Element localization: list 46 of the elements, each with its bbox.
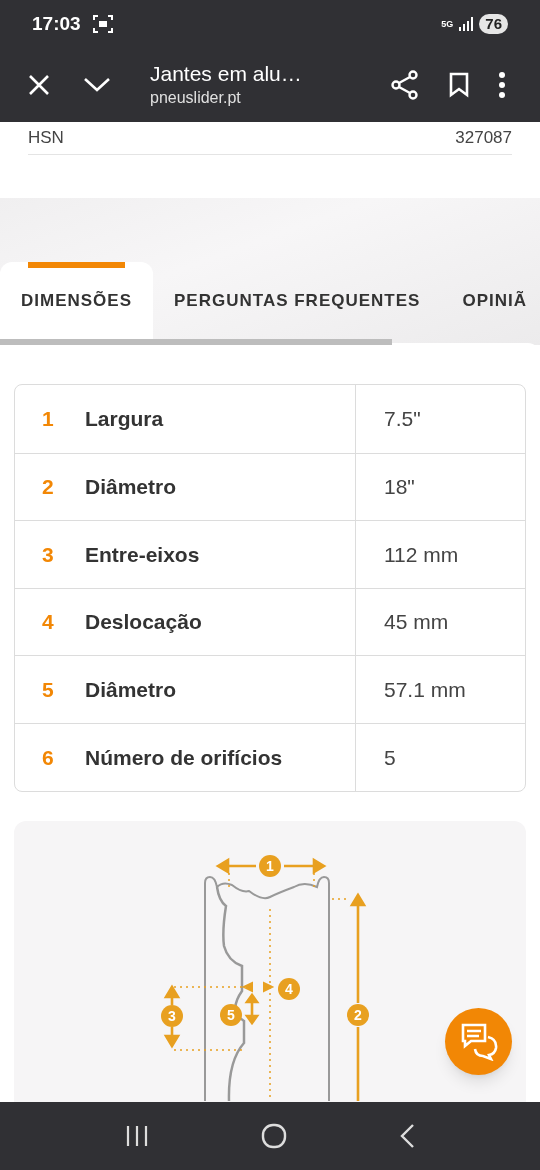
dimension-marker: 2 [347,1003,369,1026]
dimension-marker: 3 [161,1004,183,1027]
bore-arrow [244,992,260,1025]
dimension-value: 18" [383,474,415,501]
tab[interactable]: DIMENSÕES [0,262,154,339]
signal-icon [459,17,474,31]
close-icon[interactable] [29,75,49,95]
dimension-value: 7.5" [383,406,421,433]
page-url: pneuslider.pt [150,88,242,108]
info-value: 327087 [455,127,512,150]
battery-indicator: 76 [479,14,508,34]
dimension-marker: 1 [259,854,281,877]
dimension-value: 112 mm [383,541,459,568]
page-title: Jantes em alu… [150,61,302,87]
dimension-label: Diâmetro [85,676,177,703]
offset-arrow [241,980,275,993]
dimension-label: Diâmetro [85,474,177,501]
back-icon[interactable] [399,1124,414,1148]
dimension-label: Número de orifícios [85,744,283,771]
clock-time: 17:03 [32,11,81,36]
dimension-value: 45 mm [383,609,449,636]
row-number: 6 [41,744,55,771]
row-number: 3 [41,541,55,568]
dimension-label: Deslocação [85,609,202,636]
screenshot-icon [92,15,113,33]
tab[interactable]: OPINIÃ [441,262,540,339]
share-icon[interactable] [391,70,419,100]
pitch-arrow [163,984,181,1049]
dimension-label: Entre-eixos [85,541,200,568]
row-number: 5 [41,676,55,703]
info-label: HSN [28,127,64,150]
recent-apps-icon[interactable] [126,1126,149,1146]
dimension-value: 57.1 mm [383,676,466,703]
row-number: 1 [41,406,55,433]
network-label: 5G [441,19,454,29]
dimension-marker: 5 [220,1003,242,1026]
more-icon[interactable] [499,72,505,98]
row-number: 4 [41,609,55,636]
row-number: 2 [41,474,55,501]
home-icon[interactable] [261,1123,287,1149]
dimension-label: Largura [85,406,164,433]
tab[interactable]: PERGUNTAS FREQUENTES [153,262,442,339]
bookmark-icon[interactable] [449,72,469,98]
dimension-value: 5 [383,744,396,771]
dimension-marker: 4 [278,977,300,1000]
chevron-down-icon[interactable] [84,78,110,92]
